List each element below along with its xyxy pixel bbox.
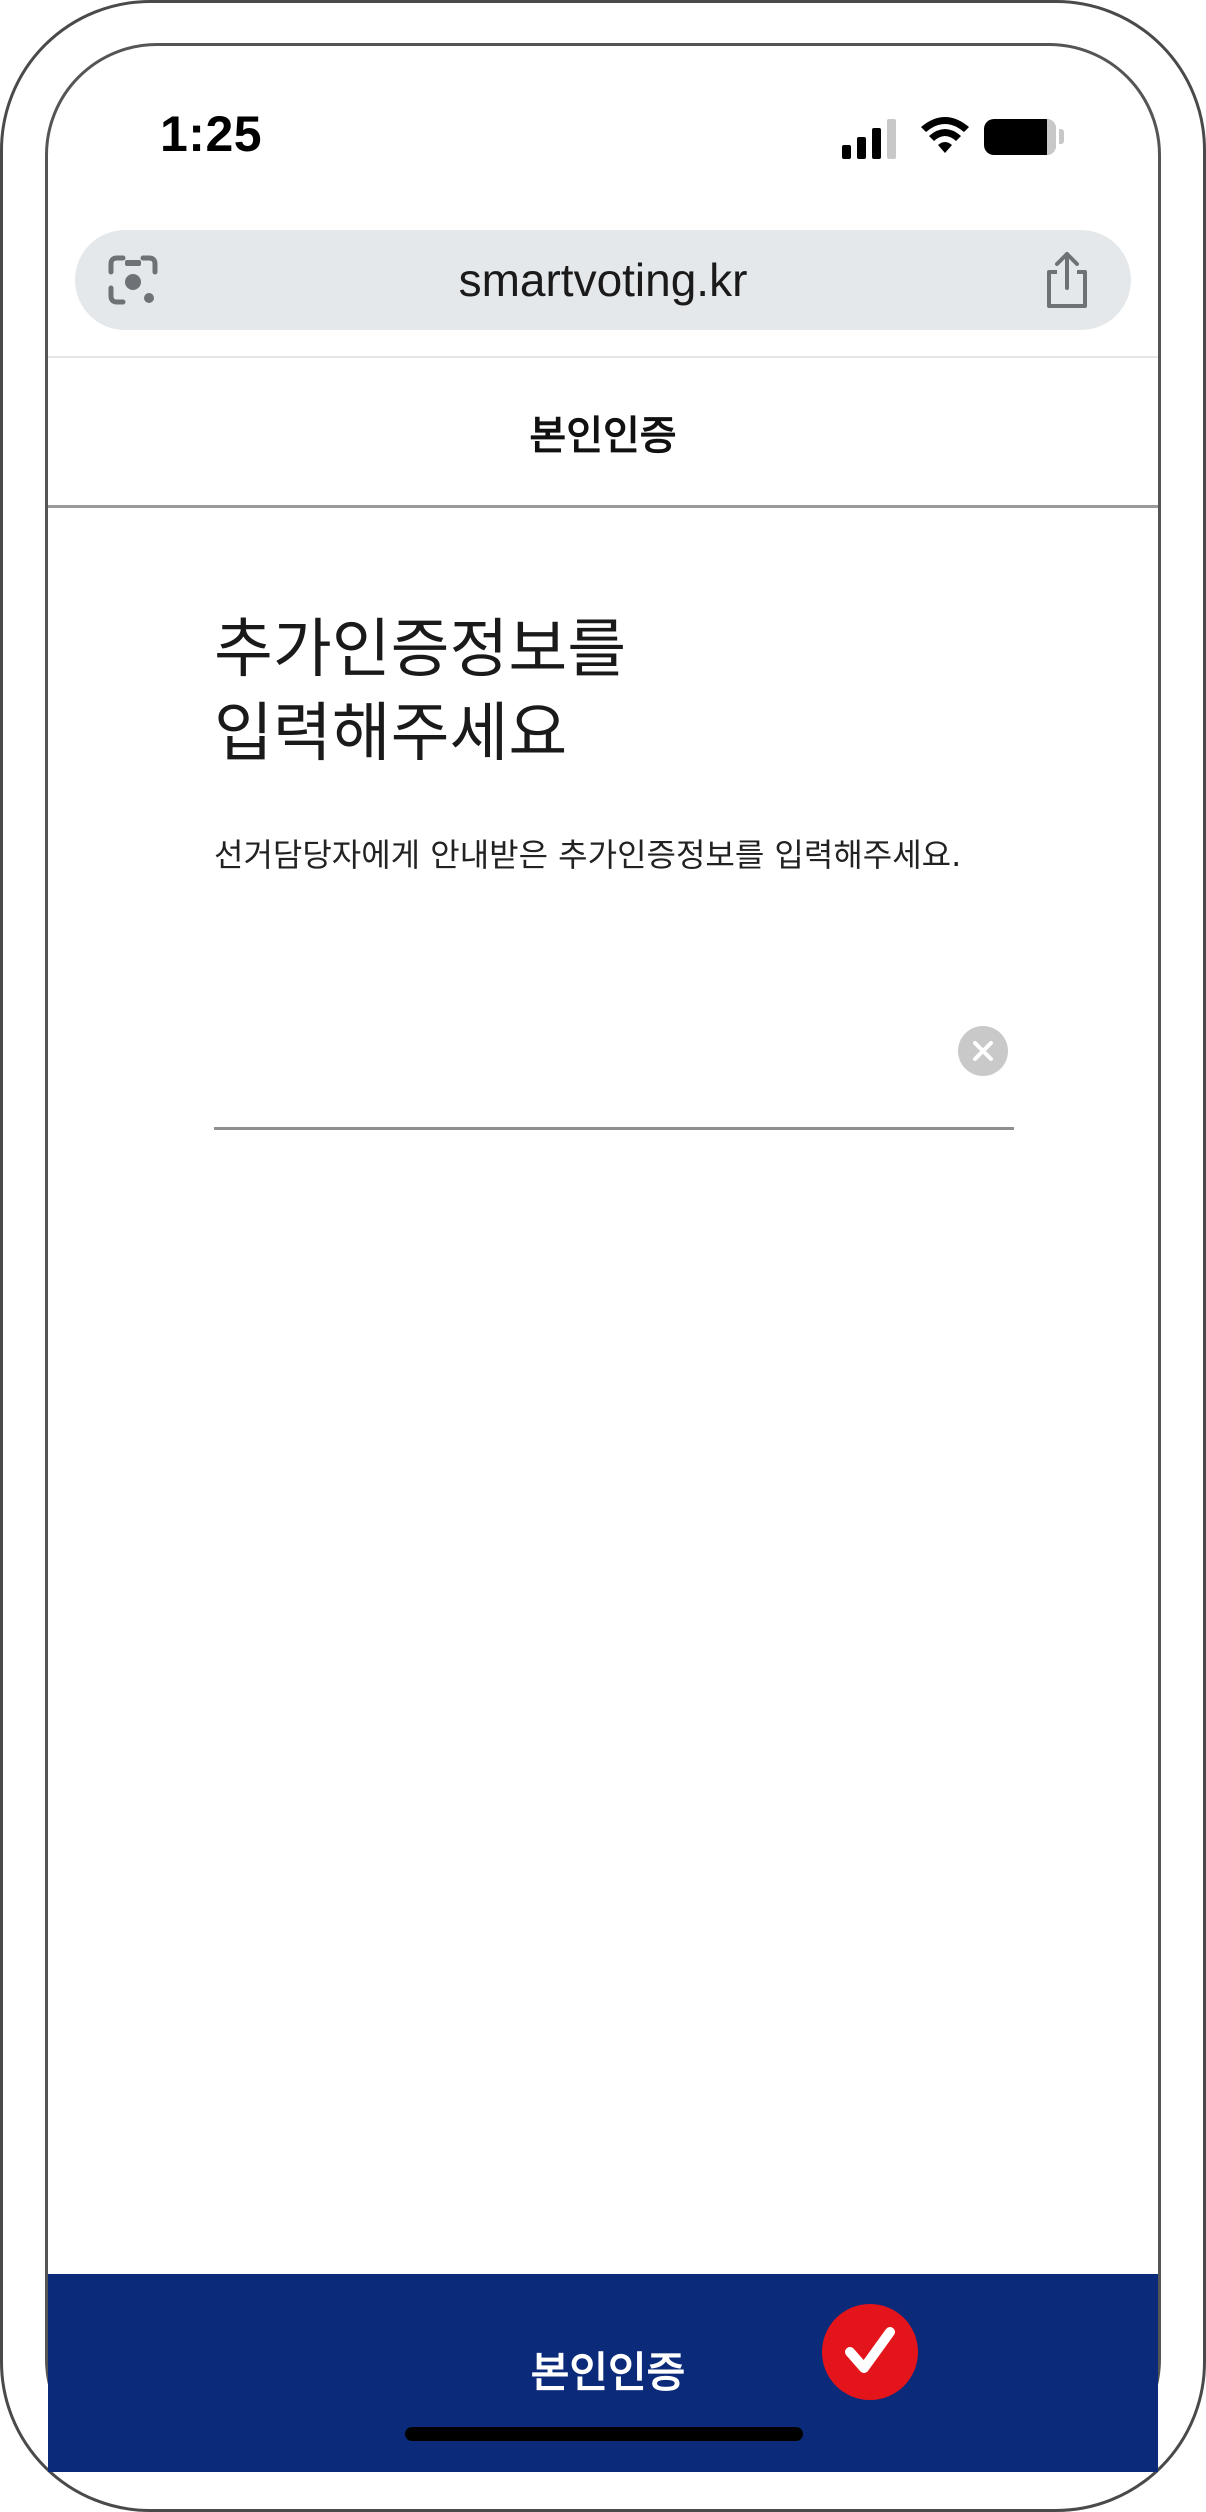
main-heading: 추가인증정보를 입력해주세요 (214, 608, 1014, 776)
main-heading-line1: 추가인증정보를 (214, 613, 627, 687)
home-indicator[interactable] (405, 2427, 803, 2441)
status-icons (842, 115, 1064, 159)
verify-button[interactable]: 본인인증 (48, 2274, 1158, 2472)
status-time: 1:25 (160, 106, 263, 162)
url-text[interactable]: smartvoting.kr (75, 230, 1131, 330)
address-bar[interactable]: smartvoting.kr (75, 230, 1131, 330)
main-heading-line2: 입력해주세요 (214, 697, 568, 771)
instruction-text: 선거담당자에게 안내받은 추가인증정보를 입력해주세요. (214, 836, 962, 874)
check-icon (845, 2327, 895, 2373)
header-divider (48, 505, 1158, 508)
clear-input-button[interactable] (958, 1026, 1008, 1076)
clear-icon (973, 1041, 993, 1061)
page-title: 본인인증 (529, 413, 677, 459)
wifi-icon (921, 117, 969, 153)
share-icon[interactable] (1041, 250, 1093, 310)
check-badge (822, 2304, 918, 2400)
verification-code-input[interactable] (214, 1010, 1014, 1130)
